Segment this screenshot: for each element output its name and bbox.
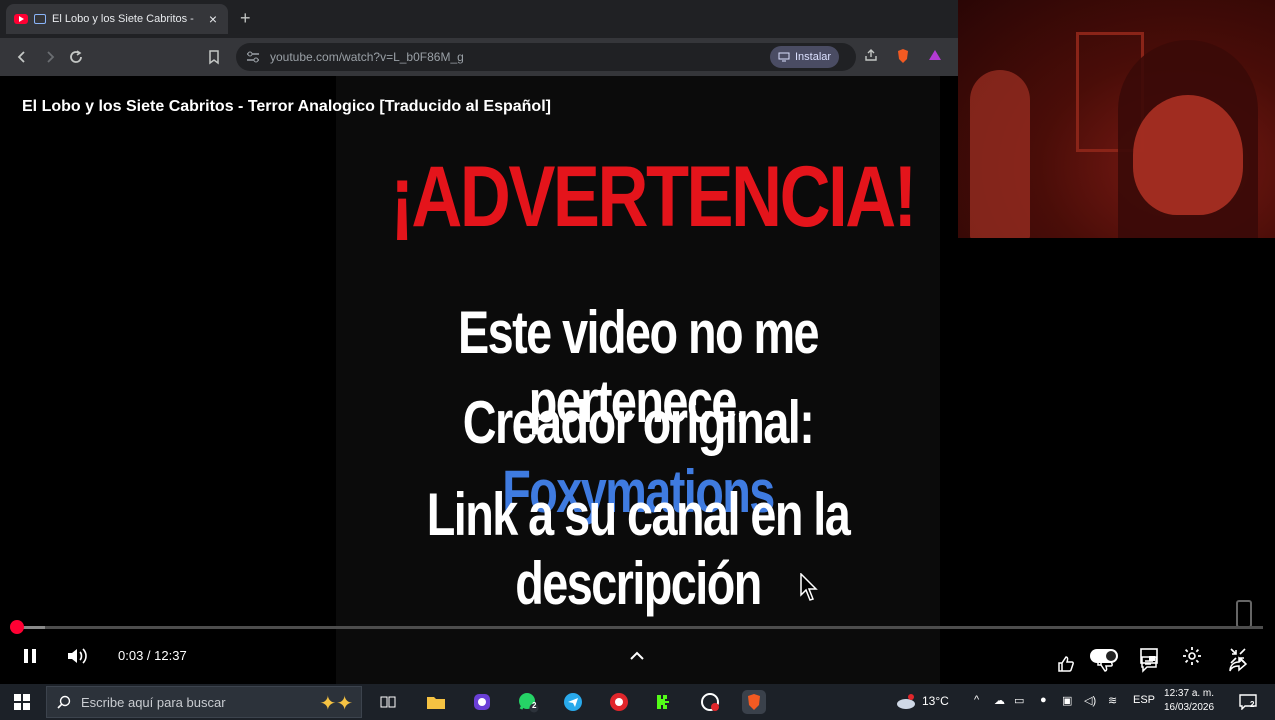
brave-shield-icon — [898, 49, 908, 63]
recorder-icon — [701, 693, 719, 711]
tray-volume-icon[interactable]: ◁) — [1084, 694, 1096, 707]
taskbar-clock[interactable]: 12:37 a. m. 16/03/2026 — [1164, 687, 1214, 715]
exit-fullscreen-icon — [1230, 648, 1246, 664]
notification-badge: 2 — [1250, 700, 1255, 709]
back-button[interactable] — [8, 43, 36, 71]
browser-tab-strip: El Lobo y los Siete Cabritos - × + — [0, 0, 958, 38]
search-icon — [57, 695, 71, 709]
kick-icon — [657, 695, 669, 709]
person-left — [970, 70, 1030, 238]
tray-usb-icon[interactable]: ▭ — [1014, 694, 1024, 707]
install-app-button[interactable]: Instalar — [770, 46, 840, 68]
webcam-overlay — [958, 0, 1275, 238]
telegram-button[interactable] — [561, 690, 585, 714]
reload-button[interactable] — [62, 43, 90, 71]
tray-chevron-up-icon[interactable]: ^ — [974, 694, 979, 706]
tab-title: El Lobo y los Siete Cabritos - — [52, 13, 194, 25]
app-purple-icon — [474, 694, 490, 710]
bookmark-button[interactable] — [200, 43, 228, 71]
share-page-button[interactable] — [862, 48, 880, 66]
warning-title: ¡ADVERTENCIA! — [390, 149, 917, 245]
monitor-icon — [778, 52, 790, 62]
chapters-expand-button[interactable] — [627, 645, 647, 667]
brave-icon — [748, 694, 760, 710]
browser-tab[interactable]: El Lobo y los Siete Cabritos - × — [6, 4, 228, 34]
tab-group-icon — [34, 14, 46, 24]
close-tab-button[interactable]: × — [206, 11, 220, 27]
whatsapp-button[interactable]: 2 — [516, 690, 540, 714]
new-tab-button[interactable]: + — [240, 8, 251, 29]
video-frame: ¡ADVERTENCIA! Este video no me pertenece… — [336, 76, 940, 684]
url-text: youtube.com/watch?v=L_b0F86M_g — [270, 50, 464, 64]
phone-icon — [1236, 600, 1252, 628]
address-bar[interactable]: youtube.com/watch?v=L_b0F86M_g — [236, 43, 856, 71]
creator-prefix: Creador original: — [462, 389, 815, 456]
task-view-icon — [380, 696, 396, 708]
youtube-icon — [14, 14, 28, 24]
volume-icon — [68, 648, 87, 664]
tray-mic-icon[interactable]: ● — [1040, 694, 1047, 706]
clock-date: 16/03/2026 — [1164, 702, 1215, 713]
chevron-up-icon — [630, 651, 644, 660]
progress-bar[interactable] — [12, 626, 1263, 629]
time-display: 0:03 / 12:37 — [118, 648, 187, 663]
weather-widget[interactable] — [894, 690, 918, 714]
windows-start-icon[interactable] — [14, 694, 30, 710]
record-icon — [610, 693, 628, 711]
clock-time: 12:37 a. m. — [1164, 688, 1215, 699]
language-indicator[interactable]: ESP — [1133, 694, 1155, 706]
tray-wifi-icon[interactable]: ≋ — [1108, 694, 1117, 707]
volume-button[interactable] — [66, 645, 90, 667]
pause-button[interactable] — [20, 645, 40, 667]
tray-cloud-icon[interactable]: ☁ — [994, 694, 1005, 707]
weather-temp: 13°C — [922, 694, 949, 708]
autoplay-toggle[interactable] — [1090, 649, 1118, 663]
bookmark-icon — [209, 50, 219, 65]
search-placeholder: Escribe aquí para buscar — [81, 694, 226, 710]
install-label: Instalar — [795, 51, 832, 63]
mouse-cursor-icon — [800, 573, 818, 601]
settings-button[interactable] — [1181, 645, 1203, 667]
gear-icon — [1183, 647, 1201, 665]
tray-app-icon[interactable]: ▣ — [1062, 694, 1072, 707]
miniplayer-button[interactable] — [1138, 645, 1160, 667]
video-title[interactable]: El Lobo y los Siete Cabritos - Terror An… — [22, 98, 551, 116]
folder-icon — [427, 697, 445, 709]
telegram-icon — [564, 693, 582, 711]
triangle-icon — [929, 50, 941, 60]
screen: El Lobo y los Siete Cabritos - × + youtu… — [0, 0, 1275, 720]
scrubber-handle[interactable] — [10, 620, 24, 634]
miniplayer-icon — [1140, 648, 1158, 664]
thumbs-up-icon — [1058, 656, 1074, 672]
taskbar-search[interactable]: Escribe aquí para buscar ✦✦ — [46, 686, 362, 718]
reload-icon — [70, 50, 82, 63]
brave-shields-button[interactable] — [894, 48, 912, 66]
browser-toolbar: youtube.com/watch?v=L_b0F86M_g Instalar — [0, 38, 958, 76]
forward-arrow-icon — [47, 51, 55, 63]
back-arrow-icon — [17, 51, 25, 63]
windows-taskbar: Escribe aquí para buscar ✦✦ 2 13°C ^ ☁ ▭… — [0, 684, 1275, 720]
notification-center-button[interactable]: 2 — [1236, 690, 1260, 714]
brave-browser-button[interactable] — [742, 690, 766, 714]
forward-button[interactable] — [36, 43, 64, 71]
brave-rewards-button[interactable] — [926, 48, 944, 66]
file-explorer-button[interactable] — [424, 690, 448, 714]
app-purple-button[interactable] — [470, 690, 494, 714]
weather-cloud-icon — [897, 694, 915, 709]
pause-icon — [24, 649, 36, 663]
task-view-button[interactable] — [376, 690, 400, 714]
whatsapp-badge: 2 — [532, 701, 537, 710]
share-page-icon — [865, 49, 877, 61]
person-right-face — [1133, 95, 1243, 215]
copilot-sparkle-icon: ✦✦ — [319, 693, 353, 715]
site-settings-icon[interactable] — [246, 51, 260, 63]
recorder-app-button[interactable] — [698, 690, 722, 714]
media-app-button[interactable] — [607, 690, 631, 714]
like-button[interactable] — [1053, 654, 1079, 680]
exit-fullscreen-button[interactable] — [1227, 645, 1249, 667]
kick-app-button[interactable] — [652, 690, 676, 714]
